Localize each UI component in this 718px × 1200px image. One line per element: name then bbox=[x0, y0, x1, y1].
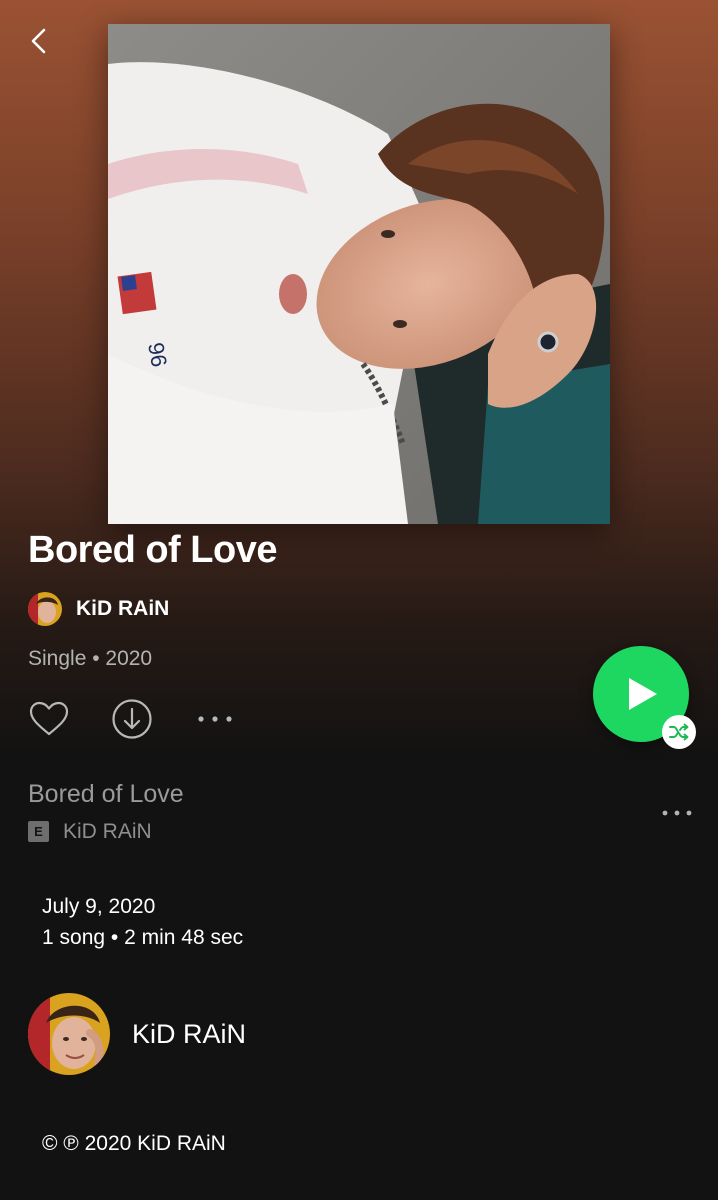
track-row[interactable]: Bored of Love E KiD RAiN bbox=[28, 780, 698, 850]
explicit-badge: E bbox=[28, 821, 49, 842]
download-button[interactable] bbox=[110, 697, 154, 741]
svg-text:96: 96 bbox=[143, 341, 172, 369]
artist-avatar bbox=[28, 592, 62, 626]
album-title: Bored of Love bbox=[28, 529, 277, 571]
chevron-left-icon bbox=[31, 28, 46, 54]
artist-card-name: KiD RAiN bbox=[132, 1018, 247, 1049]
download-circle-icon bbox=[112, 699, 152, 739]
heart-outline-icon bbox=[29, 701, 69, 736]
track-more-button[interactable] bbox=[658, 798, 698, 828]
artist-name: KiD RAiN bbox=[76, 597, 170, 620]
like-button[interactable] bbox=[28, 698, 70, 740]
copyright-text: © ℗ 2020 KiD RAiN bbox=[42, 1132, 226, 1155]
release-date: July 9, 2020 bbox=[42, 895, 156, 918]
more-horizontal-icon bbox=[198, 716, 232, 722]
more-options-button[interactable] bbox=[194, 704, 238, 734]
album-meta: Single • 2020 bbox=[28, 647, 153, 670]
more-horizontal-icon bbox=[662, 810, 692, 816]
shuffle-button[interactable] bbox=[662, 715, 696, 749]
album-cover: 96 bbox=[108, 24, 610, 524]
shuffle-icon bbox=[669, 723, 689, 741]
artist-card[interactable]: KiD RAiN bbox=[28, 993, 246, 1075]
song-count-duration: 1 song • 2 min 48 sec bbox=[42, 926, 244, 949]
back-button[interactable] bbox=[24, 22, 58, 62]
artist-link[interactable]: KiD RAiN bbox=[28, 592, 169, 626]
track-title: Bored of Love bbox=[28, 780, 184, 808]
artist-avatar-large bbox=[28, 993, 110, 1075]
track-artist: KiD RAiN bbox=[63, 820, 152, 843]
play-icon bbox=[629, 678, 657, 710]
